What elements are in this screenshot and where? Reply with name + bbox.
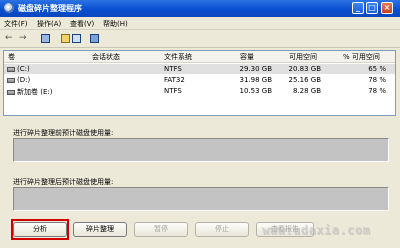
view-icon[interactable]	[41, 34, 50, 43]
volume-name: (D:)	[17, 76, 31, 84]
analyze-button[interactable]: 分析	[13, 222, 67, 237]
volume-capacity: 10.53 GB	[239, 87, 273, 95]
list-header: 卷 会话状态 文件系统 容量 可用空间 % 可用空间	[4, 51, 395, 63]
volume-name: (C:)	[17, 65, 30, 73]
volume-row[interactable]: (C:) NTFS 29.30 GB 20.83 GB 65 %	[4, 64, 395, 74]
defrag-app-icon	[4, 3, 14, 13]
maximize-button[interactable]: □	[366, 2, 378, 14]
volume-name: 新加卷 (E:)	[17, 88, 53, 96]
volume-free-pct: 78 %	[368, 87, 386, 95]
col-volume[interactable]: 卷	[8, 52, 15, 62]
close-button[interactable]: ×	[381, 2, 393, 14]
help-icon[interactable]	[72, 34, 81, 43]
pause-button[interactable]: 暂停	[134, 222, 188, 237]
volume-row[interactable]: (D:) FAT32 31.98 GB 25.16 GB 78 %	[4, 75, 395, 85]
toolbar: ← →	[0, 30, 400, 48]
info-icon[interactable]	[90, 34, 99, 43]
after-usage-display	[13, 187, 389, 211]
volume-free-pct: 78 %	[368, 76, 386, 84]
menu-help[interactable]: 帮助(H)	[103, 19, 128, 29]
before-usage-label: 进行碎片整理前预计磁盘使用量:	[13, 129, 114, 137]
volume-fs: FAT32	[164, 76, 185, 84]
volume-row[interactable]: 新加卷 (E:) NTFS 10.53 GB 8.28 GB 78 %	[4, 86, 395, 96]
col-capacity[interactable]: 容量	[240, 52, 254, 62]
volume-free: 20.83 GB	[288, 65, 322, 73]
volume-free-pct: 65 %	[368, 65, 386, 73]
defragment-button[interactable]: 碎片整理	[73, 222, 127, 237]
stop-button[interactable]: 停止	[195, 222, 249, 237]
before-usage-display	[13, 138, 389, 162]
forward-arrow-icon[interactable]: →	[19, 33, 27, 44]
menu-file[interactable]: 文件(F)	[4, 19, 28, 29]
window-title: 磁盘碎片整理程序	[18, 4, 82, 13]
back-arrow-icon[interactable]: ←	[5, 33, 13, 44]
col-free-space[interactable]: 可用空间	[289, 52, 317, 62]
properties-icon[interactable]	[61, 34, 70, 43]
menu-bar: 文件(F) 操作(A) 查看(V) 帮助(H)	[0, 17, 400, 30]
title-bar: 磁盘碎片整理程序 _ □ ×	[0, 0, 400, 17]
after-usage-label: 进行碎片整理后预计磁盘使用量:	[13, 178, 114, 186]
volume-fs: NTFS	[164, 65, 182, 73]
volume-capacity: 31.98 GB	[239, 76, 273, 84]
volume-free: 25.16 GB	[288, 76, 322, 84]
volume-fs: NTFS	[164, 87, 182, 95]
col-status[interactable]: 会话状态	[92, 52, 120, 62]
volume-list[interactable]: 卷 会话状态 文件系统 容量 可用空间 % 可用空间 (C:) NTFS 29.…	[3, 50, 396, 116]
watermark: www.udaxia.com	[262, 223, 371, 237]
col-filesystem[interactable]: 文件系统	[164, 52, 192, 62]
drive-icon	[7, 77, 15, 83]
menu-action[interactable]: 操作(A)	[37, 19, 61, 29]
drive-icon	[7, 66, 15, 72]
volume-capacity: 29.30 GB	[239, 65, 273, 73]
minimize-button[interactable]: _	[352, 2, 364, 14]
volume-free: 8.28 GB	[292, 87, 321, 95]
col-free-pct[interactable]: % 可用空间	[343, 52, 380, 62]
menu-view[interactable]: 查看(V)	[70, 19, 94, 29]
drive-icon	[7, 89, 15, 95]
